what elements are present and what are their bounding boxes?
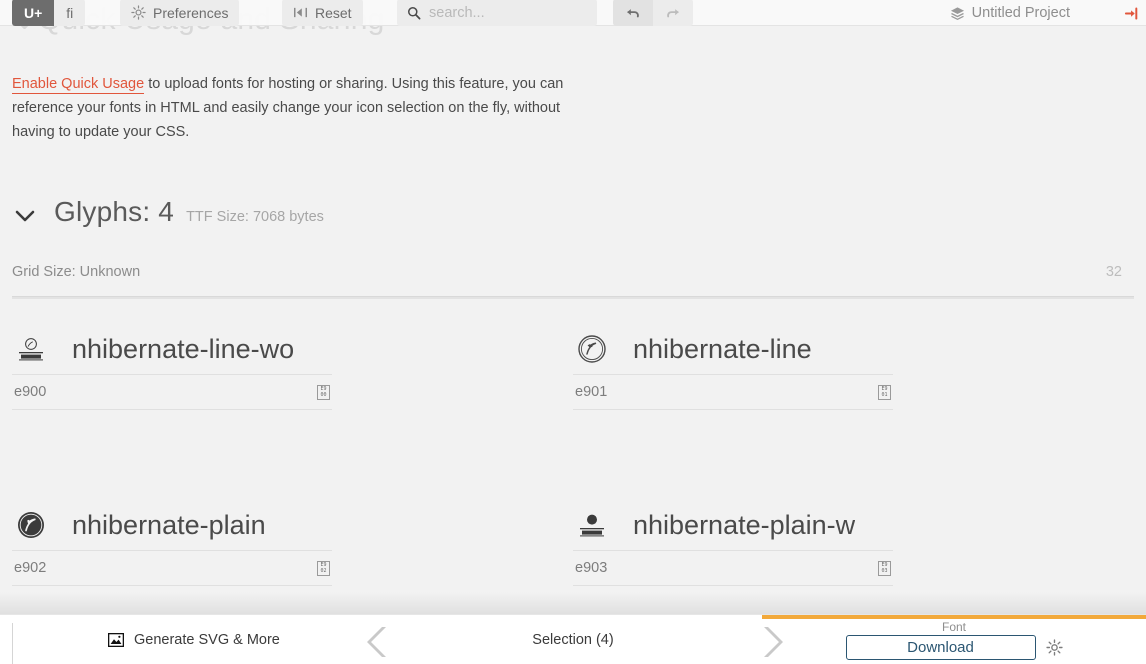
glyphs-header: Glyphs: 4 TTF Size: 7068 bytes xyxy=(12,196,324,228)
redo-button[interactable] xyxy=(653,0,693,26)
glyph-grid: nhibernate-line-wo e900 E9 00 nhibernate… xyxy=(12,318,1134,614)
glyph-hex-badge: E9 02 xyxy=(317,560,330,576)
layers-icon xyxy=(950,6,964,20)
bottom-bar-divider xyxy=(12,623,13,664)
glyph-name: nhibernate-line xyxy=(633,333,812,364)
grid-size-slider[interactable] xyxy=(12,296,1134,299)
grid-size-control: Grid Size: Unknown 32 xyxy=(12,264,1134,304)
glyph-preview[interactable]: nhibernate-line-wo xyxy=(12,318,573,380)
glyphs-title: Glyphs: 4 xyxy=(54,196,175,227)
search-box[interactable] xyxy=(397,0,597,26)
grid-size-label: Grid Size: Unknown xyxy=(12,264,141,280)
font-panel-label: Font xyxy=(941,620,966,634)
glyph-code-row[interactable]: e900 E9 00 xyxy=(12,374,332,410)
glyph-code-row[interactable]: e902 E9 02 xyxy=(12,550,332,586)
gear-icon[interactable] xyxy=(1045,639,1063,656)
glyph-preview[interactable]: nhibernate-plain-w xyxy=(573,494,1134,556)
glyph-cell[interactable]: nhibernate-line-wo e900 E9 00 xyxy=(12,318,573,494)
undo-button[interactable] xyxy=(613,0,653,26)
reset-group: Reset xyxy=(282,0,363,26)
enable-quick-usage-link[interactable]: Enable Quick Usage xyxy=(12,76,145,94)
glyph-hex-bottom: 01 xyxy=(881,392,888,398)
quick-usage-paragraph: Enable Quick Usage to upload fonts for h… xyxy=(12,72,578,144)
ligature-mode-button[interactable]: fi xyxy=(54,0,86,26)
icomoon-app: ⌄Quick Usage and Sharing Enable Quick Us… xyxy=(0,0,1146,664)
download-row: Download xyxy=(845,635,1063,660)
glyph-code-row[interactable]: e901 E9 01 xyxy=(573,374,893,410)
glyph-code: e901 xyxy=(575,384,608,400)
nhibernate-line-wordmark-icon xyxy=(14,332,48,366)
undo-icon xyxy=(627,8,639,17)
reset-button[interactable]: Reset xyxy=(282,0,363,26)
search-icon xyxy=(408,6,421,19)
preferences-label: Preferences xyxy=(153,4,229,21)
selection-label[interactable]: Selection (4) xyxy=(532,632,613,648)
glyph-name: nhibernate-plain-w xyxy=(633,509,856,540)
glyph-code: e900 xyxy=(14,384,47,400)
glyph-hex-bottom: 02 xyxy=(320,568,327,574)
gear-icon xyxy=(131,5,146,20)
nhibernate-line-icon xyxy=(575,332,609,366)
glyph-code: e903 xyxy=(575,560,608,576)
preferences-button[interactable]: Preferences xyxy=(120,0,240,26)
project-selector[interactable]: Untitled Project xyxy=(950,0,1070,26)
top-toolbar: U+ fi Preferences Reset search... Untitl… xyxy=(0,0,1146,26)
glyph-code-row[interactable]: e903 E9 03 xyxy=(573,550,893,586)
signin-button[interactable]: Si xyxy=(1124,0,1146,26)
glyph-preview[interactable]: nhibernate-plain xyxy=(12,494,573,556)
glyph-name: nhibernate-plain xyxy=(72,509,266,540)
bottom-bar: Generate SVG & More Selection (4) Font D… xyxy=(0,614,1146,664)
glyph-hex-badge: E9 01 xyxy=(878,384,891,400)
content-bottom-fade xyxy=(0,592,1146,614)
glyph-hex-badge: E9 00 xyxy=(317,384,330,400)
ttf-size-label: TTF Size: 7068 bytes xyxy=(186,209,324,225)
glyph-code: e902 xyxy=(14,560,47,576)
glyph-hex-badge: E9 03 xyxy=(878,560,891,576)
login-arrow-icon xyxy=(1125,6,1138,20)
image-icon xyxy=(108,633,124,647)
download-button[interactable]: Download xyxy=(845,635,1036,660)
panel-separator-left-icon xyxy=(367,627,386,657)
generate-svg-label: Generate SVG & More xyxy=(134,632,280,648)
nhibernate-plain-wordmark-icon xyxy=(575,508,609,542)
reset-label: Reset xyxy=(315,4,352,21)
preferences-group: Preferences xyxy=(120,0,240,26)
glyph-name: nhibernate-line-wo xyxy=(72,333,295,364)
glyph-hex-bottom: 03 xyxy=(881,568,888,574)
nhibernate-plain-icon xyxy=(14,508,48,542)
history-group xyxy=(613,0,693,26)
search-input[interactable] xyxy=(429,4,579,21)
redo-icon xyxy=(667,8,679,17)
unicode-mode-button[interactable]: U+ xyxy=(12,0,55,26)
project-name: Untitled Project xyxy=(971,5,1070,21)
glyph-preview[interactable]: nhibernate-line xyxy=(573,318,1134,380)
glyph-cell[interactable]: nhibernate-line e901 E9 01 xyxy=(573,318,1134,494)
grid-size-value: 32 xyxy=(1105,264,1122,280)
code-mode-toggle-group: U+ fi xyxy=(12,0,86,26)
glyph-hex-bottom: 00 xyxy=(320,392,327,398)
main-content: ⌄Quick Usage and Sharing Enable Quick Us… xyxy=(0,0,1146,614)
reset-icon xyxy=(294,7,307,18)
generate-svg-button[interactable]: Generate SVG & More xyxy=(108,615,280,664)
font-download-panel: Font Download xyxy=(762,615,1146,664)
